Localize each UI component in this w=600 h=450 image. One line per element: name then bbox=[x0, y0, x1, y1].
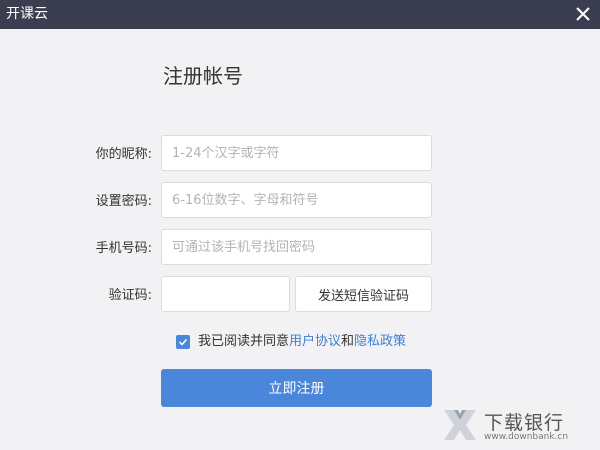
watermark: 下载银行 www.downbank.cn bbox=[442, 406, 592, 444]
checkmark-icon bbox=[178, 338, 188, 346]
agreement-and: 和 bbox=[341, 334, 355, 349]
downbank-logo-icon bbox=[444, 410, 476, 440]
agreement-prefix: 我已阅读并同意 bbox=[198, 334, 290, 349]
watermark-url: www.downbank.cn bbox=[484, 432, 569, 442]
nickname-input[interactable] bbox=[161, 135, 432, 171]
phone-input[interactable] bbox=[161, 229, 432, 265]
agreement-row: 我已阅读并同意 用户协议 和 隐私政策 bbox=[176, 334, 406, 350]
password-label: 设置密码: bbox=[95, 194, 152, 209]
user-agreement-link[interactable]: 用户协议 bbox=[289, 334, 341, 350]
privacy-policy-link[interactable]: 隐私政策 bbox=[354, 334, 406, 350]
window-title: 开课云 bbox=[6, 6, 48, 22]
watermark-name: 下载银行 bbox=[484, 412, 565, 434]
title-bar: 开课云 bbox=[0, 0, 600, 29]
page-title: 注册帐号 bbox=[163, 64, 243, 88]
send-sms-code-button[interactable]: 发送短信验证码 bbox=[295, 276, 432, 312]
code-label: 验证码: bbox=[108, 288, 152, 303]
nickname-label: 你的昵称: bbox=[95, 147, 152, 162]
agreement-checkbox[interactable] bbox=[176, 335, 190, 349]
phone-label: 手机号码: bbox=[95, 241, 152, 256]
verification-code-input[interactable] bbox=[161, 276, 290, 312]
register-button[interactable]: 立即注册 bbox=[161, 369, 432, 407]
close-icon[interactable] bbox=[574, 5, 592, 23]
password-input[interactable] bbox=[161, 182, 432, 218]
